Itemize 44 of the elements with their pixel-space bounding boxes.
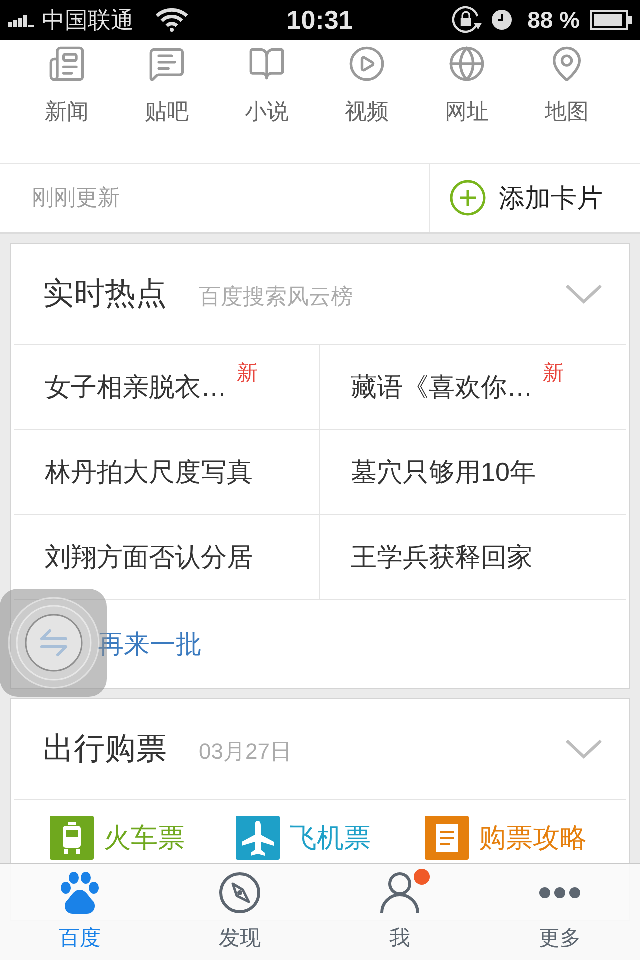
card-title: 实时热点 [43,275,167,313]
person-icon [379,872,421,914]
hot-topic-link[interactable]: 藏语《喜欢你… [351,370,533,404]
shortcut-button[interactable]: 视频 [317,40,417,150]
shortcut-button[interactable]: 小说 [217,40,317,150]
plus-icon [450,180,486,216]
hot-topic-link[interactable]: 墓穴只够用10年 [351,454,536,490]
shortcut-button[interactable]: 地图 [517,40,617,150]
chevron-down-icon[interactable] [565,284,603,304]
more-dots-icon [539,887,581,899]
paw-icon [59,872,101,914]
hot-topic-link[interactable]: 刘翔方面否认分居 [45,540,253,574]
newspaper-icon [48,45,86,83]
shortcut-button[interactable]: 网址 [417,40,517,150]
hot-topic-link[interactable]: 林丹拍大尺度写真 [45,454,253,490]
signal-icon [8,13,34,27]
ticket-shortcut[interactable]: 火车票 [50,816,185,860]
hot-topic-link[interactable]: 女子相亲脱衣… [45,370,227,404]
ticket-shortcut[interactable]: 飞机票 [236,816,371,860]
tab-button[interactable]: 更多 [480,864,640,960]
tab-button[interactable]: 我 [320,864,480,960]
hot-topic-link[interactable]: 王学兵获释回家 [351,540,533,574]
update-status: 刚刚更新 [31,184,121,212]
new-label: 新 [543,361,564,387]
battery-icon [590,10,632,30]
card-date: 03月27日 [199,738,292,766]
carrier-name: 中国联通 [42,6,134,34]
shortcut-button[interactable]: 贴吧 [117,40,217,150]
tab-button[interactable]: 发现 [160,864,320,960]
wifi-icon [156,8,188,32]
refresh-link[interactable]: 再来一批 [98,626,202,662]
globe-icon [448,45,486,83]
status-time: 10:31 [286,4,354,36]
battery-percent: 88 % [528,6,580,34]
card-subtitle: 百度搜索风云榜 [199,283,353,311]
tab-button[interactable]: 百度 [0,864,160,960]
new-label: 新 [237,361,258,387]
card-title: 出行购票 [43,730,167,768]
chevron-down-icon[interactable] [565,738,603,760]
shortcut-button[interactable]: 新闻 [17,40,117,150]
rotation-lock-icon [452,6,482,34]
clock-icon [492,10,512,30]
play-icon [348,45,386,83]
compass-icon [219,872,261,914]
